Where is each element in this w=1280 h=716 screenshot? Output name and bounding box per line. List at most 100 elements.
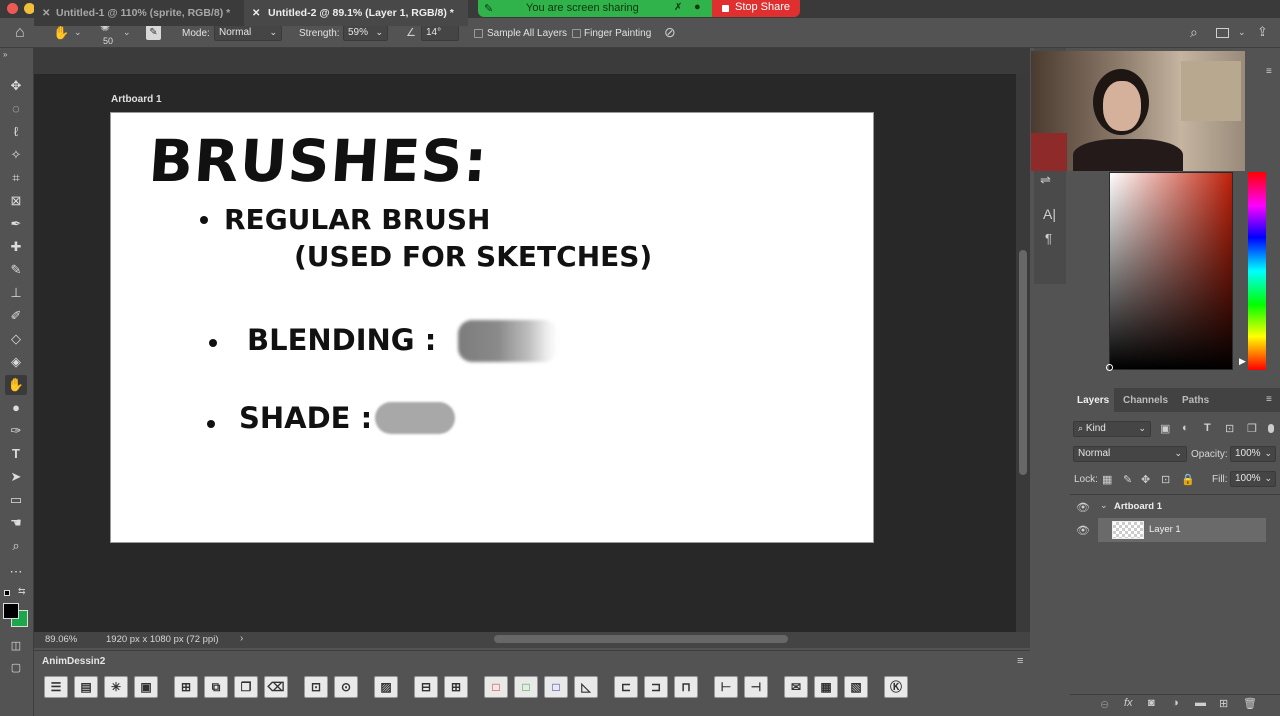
clone-stamp-tool-icon[interactable]: ⊥ <box>5 283 27 303</box>
anim-keyframe-icon[interactable]: Ⓚ <box>884 676 908 698</box>
anim-copy-icon[interactable]: ❐ <box>234 676 258 698</box>
opacity-input[interactable]: 100% ⌄ <box>1230 446 1276 462</box>
lock-all-icon[interactable]: 🔒 <box>1181 473 1195 486</box>
filter-shape-icon[interactable]: ⊡ <box>1225 422 1234 435</box>
eyedropper-tool-icon[interactable]: ✒ <box>5 214 27 234</box>
close-icon[interactable]: ✕ <box>252 8 260 19</box>
marquee-tool-icon[interactable]: ◌ <box>5 99 27 119</box>
workspace-icon[interactable] <box>1216 28 1229 38</box>
tab-layers[interactable]: Layers <box>1077 395 1109 406</box>
screen-mode-icon[interactable]: ▢ <box>5 658 27 678</box>
swap-colors-icon[interactable]: ⇆ <box>18 586 26 597</box>
rectangle-tool-icon[interactable]: ▭ <box>5 490 27 510</box>
anim-distribute-icon[interactable]: ⊓ <box>674 676 698 698</box>
character-panel-icon[interactable]: A| <box>1043 206 1056 222</box>
anim-align-icon[interactable]: ⊏ <box>614 676 638 698</box>
history-brush-tool-icon[interactable]: ✐ <box>5 306 27 326</box>
anim-no-color-icon[interactable]: ◺ <box>574 676 598 698</box>
lock-image-icon[interactable]: ✎ <box>1123 473 1132 486</box>
anim-first-frame-icon[interactable]: ⊢ <box>714 676 738 698</box>
lock-artboard-icon[interactable]: ⊡ <box>1161 473 1170 486</box>
eye-visibility-icon[interactable]: 👁 <box>1076 501 1090 514</box>
frame-tool-icon[interactable]: ⊠ <box>5 191 27 211</box>
pen-tool-icon[interactable]: ✑ <box>5 421 27 441</box>
brush-preset-chevron-icon[interactable]: ⌄ <box>123 27 131 38</box>
anim-add-frame-icon[interactable]: ⊞ <box>174 676 198 698</box>
chevron-right-icon[interactable]: › <box>240 633 243 644</box>
paragraph-panel-icon[interactable]: ¶ <box>1045 231 1052 246</box>
fx-icon[interactable]: fx <box>1124 697 1133 709</box>
filter-toggle-icon[interactable] <box>1268 424 1274 433</box>
new-layer-icon[interactable]: ⊞ <box>1219 697 1228 710</box>
horizontal-scrollbar-thumb[interactable] <box>494 635 788 643</box>
close-window-button[interactable] <box>7 3 18 14</box>
adjustment-layer-icon[interactable]: ◑ <box>1172 697 1179 709</box>
filter-adjustment-icon[interactable]: ◐ <box>1182 422 1189 434</box>
anim-frame-focus-icon[interactable]: ⊙ <box>334 676 358 698</box>
blend-mode-select[interactable]: Normal ⌄ <box>1073 446 1187 462</box>
color-picker-cursor[interactable] <box>1106 364 1113 371</box>
home-icon[interactable]: ⌂ <box>15 24 25 42</box>
anim-notes-icon[interactable]: ✉ <box>784 676 808 698</box>
stop-share-button[interactable]: Stop Share <box>712 0 800 17</box>
artboard[interactable]: BRUSHES: REGULAR BRUSH (USED FOR SKETCHE… <box>110 112 874 543</box>
collapse-icon[interactable]: » <box>3 50 7 59</box>
dodge-tool-icon[interactable]: ● <box>5 398 27 418</box>
anim-list-icon[interactable]: ☰ <box>44 676 68 698</box>
crop-tool-icon[interactable]: ⌗ <box>5 168 27 188</box>
smudge-tool-icon[interactable]: ✋ <box>5 375 27 395</box>
chevron-down-icon[interactable]: ⌄ <box>1238 27 1246 38</box>
search-icon[interactable]: ⌕ <box>1190 24 1198 41</box>
anim-green-channel-icon[interactable]: □ <box>514 676 538 698</box>
hue-slider[interactable] <box>1248 172 1266 370</box>
brush-tool-icon[interactable]: ✎ <box>5 260 27 280</box>
vertical-scrollbar-thumb[interactable] <box>1019 250 1027 475</box>
anim-film-icon[interactable]: ▤ <box>74 676 98 698</box>
eye-visibility-icon[interactable]: 👁 <box>1076 524 1090 537</box>
angle-input[interactable]: 14° <box>421 25 459 41</box>
tab-untitled-1[interactable]: ✕ Untitled-1 @ 110% (sprite, RGB/8) * <box>34 0 244 26</box>
tab-paths[interactable]: Paths <box>1182 395 1209 406</box>
smudge-tool-icon[interactable]: ✋ <box>53 25 69 41</box>
panel-menu-icon[interactable]: ≡ <box>1266 66 1272 77</box>
lock-position-icon[interactable]: ✥ <box>1141 473 1150 486</box>
tab-channels[interactable]: Channels <box>1123 395 1168 406</box>
lock-transparent-icon[interactable]: ▦ <box>1102 473 1112 486</box>
anim-expand-icon[interactable]: ⊞ <box>444 676 468 698</box>
more-tools-icon[interactable]: ⋯ <box>5 562 27 582</box>
filter-pixel-icon[interactable]: ▣ <box>1160 422 1170 435</box>
path-selection-tool-icon[interactable]: ➤ <box>5 467 27 487</box>
anim-duplicate-frame-icon[interactable]: ⧉ <box>204 676 228 698</box>
add-mask-icon[interactable]: ◙ <box>1148 697 1155 709</box>
lasso-tool-icon[interactable]: ℓ <box>5 122 27 142</box>
delete-layer-icon[interactable]: 🗑 <box>1243 697 1257 710</box>
anim-red-channel-icon[interactable]: □ <box>484 676 508 698</box>
anim-align-center-icon[interactable]: ⊐ <box>644 676 668 698</box>
chevron-down-icon[interactable]: ⌄ <box>74 27 82 38</box>
anim-delete-icon[interactable]: ⌫ <box>264 676 288 698</box>
microphone-off-icon[interactable]: ✗ <box>674 2 682 13</box>
default-colors-icon[interactable] <box>4 590 10 596</box>
link-layers-icon[interactable]: ⊖ <box>1100 698 1109 711</box>
paint-bucket-tool-icon[interactable]: ◈ <box>5 352 27 372</box>
anim-frame-select-icon[interactable]: ⊡ <box>304 676 328 698</box>
mode-select[interactable]: Normal ⌄ <box>214 25 282 41</box>
anim-shrink-icon[interactable]: ⊟ <box>414 676 438 698</box>
pressure-icon[interactable]: ⊘ <box>664 24 676 41</box>
anim-blue-channel-icon[interactable]: □ <box>544 676 568 698</box>
quick-mask-icon[interactable]: ◫ <box>5 636 27 656</box>
sample-all-layers-checkbox[interactable] <box>474 29 483 38</box>
panel-menu-icon[interactable]: ≡ <box>1017 655 1023 667</box>
layer-row-artboard[interactable]: 👁 ⌄ Artboard 1 <box>1070 494 1280 518</box>
filter-smart-object-icon[interactable]: ❐ <box>1247 422 1257 435</box>
tab-untitled-2[interactable]: ✕ Untitled-2 @ 89.1% (Layer 1, RGB/8) * <box>244 0 468 26</box>
anim-last-frame-icon[interactable]: ⊣ <box>744 676 768 698</box>
artboard-label[interactable]: Artboard 1 <box>111 94 162 105</box>
zoom-level[interactable]: 89.06% <box>45 634 77 645</box>
new-group-icon[interactable]: ▬ <box>1195 697 1206 709</box>
magic-wand-tool-icon[interactable]: ✧ <box>5 145 27 165</box>
anim-save-icon[interactable]: ▣ <box>134 676 158 698</box>
share-export-icon[interactable]: ⇪ <box>1257 24 1268 40</box>
strength-input[interactable]: 59% ⌄ <box>343 25 388 41</box>
foreground-color-swatch[interactable] <box>3 603 19 619</box>
